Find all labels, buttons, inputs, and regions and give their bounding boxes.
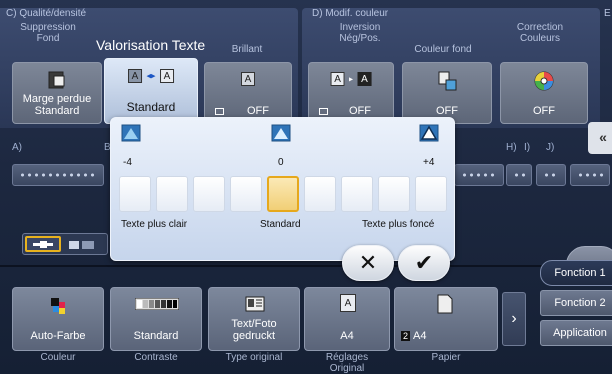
standard-text-icon <box>271 124 291 142</box>
label-darker: Texte plus foncé <box>362 219 435 230</box>
tile-brillant-value: OFF <box>247 105 269 117</box>
invert-icon: A ▸ A <box>330 70 372 88</box>
color-mode-icon <box>51 298 65 314</box>
strip-label-i: I) <box>524 142 531 153</box>
group-d-title: D) Modif. couleur <box>312 8 389 19</box>
tile-couleur-fond-value: OFF <box>436 105 458 117</box>
tile-couleur[interactable]: Auto-Farbe <box>12 287 104 351</box>
level-step-7[interactable] <box>341 176 373 212</box>
paper-icon <box>437 294 453 314</box>
strip-button-j[interactable] <box>570 164 610 186</box>
tile-reglages-original[interactable]: A A4 <box>304 287 390 351</box>
copy-settings-screen: C) Qualité/densité Suppression Fond Valo… <box>0 0 612 374</box>
cancel-button[interactable]: ✕ <box>342 245 394 281</box>
tab-couleur-fond[interactable]: Couleur fond <box>398 44 488 55</box>
tile-papier-value: A4 <box>413 330 427 342</box>
tile-valorisation-value: Standard <box>126 100 176 114</box>
tile-contraste-value: Standard <box>133 330 179 342</box>
scale-max: +4 <box>423 157 435 168</box>
caption-papier: Papier <box>431 352 461 363</box>
collapse-panel-button[interactable]: « <box>588 122 612 154</box>
level-step-4[interactable] <box>230 176 262 212</box>
tile-marge-perdue[interactable]: Marge perdue Standard <box>12 62 102 124</box>
strip-button-h[interactable] <box>506 164 532 186</box>
tile-contraste[interactable]: Standard <box>110 287 202 351</box>
tab-suppression-fond[interactable]: Suppression Fond <box>8 22 88 44</box>
background-removal-icon <box>48 71 65 89</box>
layout-toggle[interactable] <box>22 233 108 255</box>
strip-label-h: H) <box>506 142 517 153</box>
strip-button-a[interactable] <box>12 164 104 186</box>
level-step-6[interactable] <box>304 176 336 212</box>
scale-mid: 0 <box>278 157 284 168</box>
tab-correction-couleurs[interactable]: Correction Couleurs <box>500 22 580 44</box>
tile-papier[interactable]: 2 A4 <box>394 287 498 351</box>
tab-fonction-1[interactable]: Fonction 1 <box>540 260 612 286</box>
label-standard: Standard <box>260 219 301 230</box>
level-step-1[interactable] <box>119 176 151 212</box>
level-step-5[interactable] <box>267 176 299 212</box>
contrast-scale-icon <box>135 298 179 310</box>
tile-marge-value: Marge perdue Standard <box>22 93 92 117</box>
strip-button-g[interactable] <box>454 164 504 186</box>
tab-valorisation-texte[interactable]: Valorisation Texte <box>96 38 226 52</box>
level-step-9[interactable] <box>415 176 447 212</box>
paper-selection: 2 A4 <box>395 330 497 342</box>
scale-min: -4 <box>123 157 132 168</box>
original-size-icon: A <box>340 294 356 312</box>
caption-contraste: Contraste <box>134 352 178 363</box>
ok-button[interactable]: ✔ <box>398 245 450 281</box>
off-indicator-icon <box>215 108 224 115</box>
strip-label-j: J) <box>546 142 555 153</box>
text-enhance-icon: A ◂▸ A <box>128 67 174 85</box>
tile-reglages-value: A4 <box>340 330 354 342</box>
layout-single-icon <box>25 236 61 252</box>
tab-application[interactable]: Application <box>540 320 612 346</box>
tile-type-original[interactable]: Text/Foto gedruckt <box>208 287 300 351</box>
tile-correction-value: OFF <box>533 105 555 117</box>
level-step-2[interactable] <box>156 176 188 212</box>
tab-brillant[interactable]: Brillant <box>222 44 272 55</box>
tile-type-original-value: Text/Foto gedruckt <box>231 318 277 342</box>
tile-correction-couleurs[interactable]: OFF <box>500 62 588 124</box>
next-page-button[interactable]: › <box>502 292 526 346</box>
lighter-text-icon <box>121 124 141 142</box>
tab-fonction-2[interactable]: Fonction 2 <box>540 290 612 316</box>
group-e-title: E <box>604 8 611 19</box>
tile-valorisation-texte[interactable]: A ◂▸ A Standard <box>104 58 198 124</box>
level-step-3[interactable] <box>193 176 225 212</box>
tile-brillant[interactable]: A OFF <box>204 62 292 124</box>
tile-couleur-fond[interactable]: OFF <box>402 62 492 124</box>
layout-double-icon <box>69 241 94 249</box>
tab-inversion[interactable]: Inversion Nég/Pos. <box>320 22 400 44</box>
strip-label-a: A) <box>12 142 22 153</box>
gloss-icon: A <box>241 70 255 88</box>
label-lighter: Texte plus clair <box>121 219 188 230</box>
level-step-8[interactable] <box>378 176 410 212</box>
color-wheel-icon <box>534 71 554 91</box>
caption-type-original: Type original <box>225 352 283 363</box>
tile-inversion-value: OFF <box>349 105 371 117</box>
tray-badge: 2 <box>401 331 411 341</box>
caption-reglages-original: Réglages Original <box>325 352 369 374</box>
divider <box>0 265 560 267</box>
tile-inversion[interactable]: A ▸ A OFF <box>308 62 394 124</box>
caption-couleur: Couleur <box>40 352 76 363</box>
strip-button-i[interactable] <box>536 164 566 186</box>
background-color-icon <box>438 71 457 91</box>
tile-couleur-value: Auto-Farbe <box>30 330 86 342</box>
text-enhancement-popup: -4 0 +4 Texte plus clair Standard Texte … <box>110 117 455 261</box>
group-c-title: C) Qualité/densité <box>6 8 87 19</box>
text-photo-icon <box>245 296 265 312</box>
darker-text-icon <box>419 124 439 142</box>
